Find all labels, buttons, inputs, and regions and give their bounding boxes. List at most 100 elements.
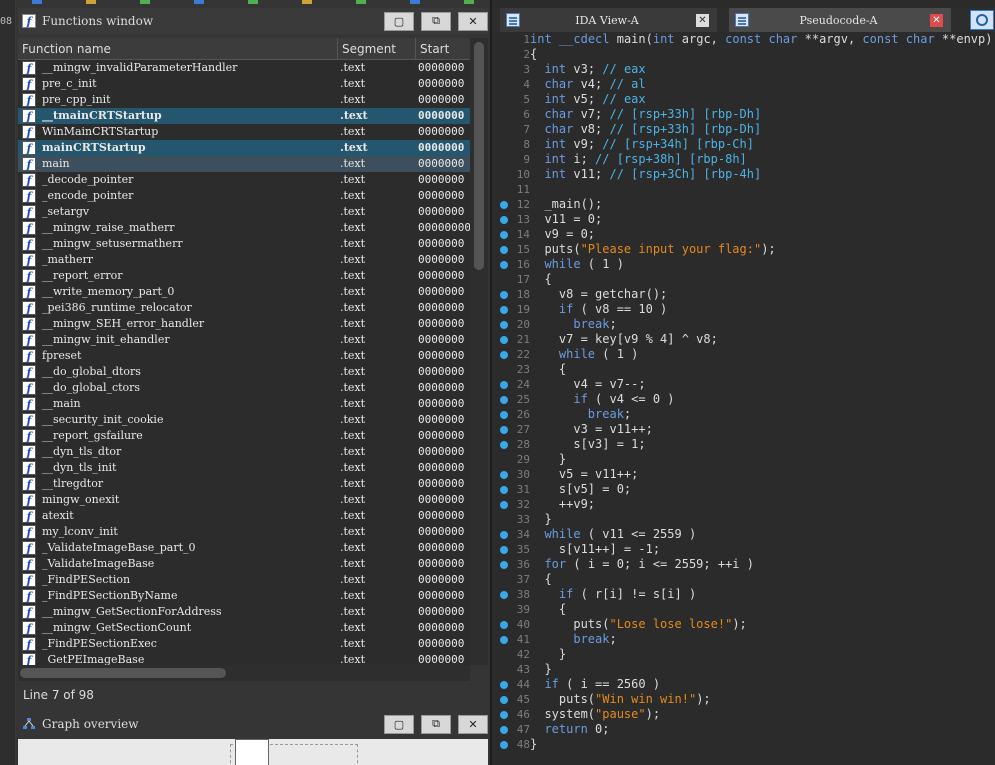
code-line[interactable]: 7 char v8; // [rsp+33h] [rbp-Dh]	[492, 122, 995, 137]
breakpoint-dot-icon[interactable]	[500, 441, 508, 449]
code-line[interactable]: 19 if ( v8 == 10 )	[492, 302, 995, 317]
breakpoint-dot-icon[interactable]	[500, 231, 508, 239]
function-row[interactable]: f _ValidateImageBase .text 0000000	[18, 556, 470, 572]
function-row[interactable]: f __report_gsfailure .text 0000000	[18, 428, 470, 444]
close-button[interactable]: ✕	[458, 11, 488, 31]
function-row[interactable]: f _FindPESectionByName .text 0000000	[18, 588, 470, 604]
minimize-button[interactable]: ▢	[384, 11, 414, 31]
vertical-scrollbar[interactable]	[470, 38, 488, 665]
function-row[interactable]: f __mingw_setusermatherr .text 0000000	[18, 236, 470, 252]
breakpoint-dot-icon[interactable]	[500, 471, 508, 479]
restore-button[interactable]: ⧉	[421, 11, 451, 31]
code-line[interactable]: 3 int v3; // eax	[492, 62, 995, 77]
code-line[interactable]: 16 while ( 1 )	[492, 257, 995, 272]
function-row[interactable]: f _FindPESectionExec .text 0000000	[18, 636, 470, 652]
function-row[interactable]: f __security_init_cookie .text 0000000	[18, 412, 470, 428]
function-row[interactable]: f pre_c_init .text 0000000	[18, 76, 470, 92]
function-row[interactable]: f __mingw_raise_matherr .text 00000000	[18, 220, 470, 236]
code-line[interactable]: 37 {	[492, 572, 995, 587]
function-row[interactable]: f atexit .text 0000000	[18, 508, 470, 524]
code-line[interactable]: 48}	[492, 737, 995, 752]
breakpoint-dot-icon[interactable]	[500, 216, 508, 224]
breakpoint-dot-icon[interactable]	[500, 291, 508, 299]
function-row[interactable]: f _GetPEImageBase .text 0000000	[18, 652, 470, 665]
breakpoint-dot-icon[interactable]	[500, 246, 508, 254]
function-row[interactable]: f _encode_pointer .text 0000000	[18, 188, 470, 204]
function-row[interactable]: f __tlregdtor .text 0000000	[18, 476, 470, 492]
function-row[interactable]: f __do_global_dtors .text 0000000	[18, 364, 470, 380]
hex-view-icon[interactable]	[970, 10, 994, 30]
function-row[interactable]: f __mingw_init_ehandler .text 0000000	[18, 332, 470, 348]
tab-pseudocode-a[interactable]: Pseudocode-A ✕	[729, 8, 951, 32]
close-icon[interactable]: ✕	[930, 13, 943, 27]
code-line[interactable]: 45 puts("Win win win!");	[492, 692, 995, 707]
code-line[interactable]: 36 for ( i = 0; i <= 2559; ++i )	[492, 557, 995, 572]
code-line[interactable]: 6 char v7; // [rsp+33h] [rbp-Dh]	[492, 107, 995, 122]
breakpoint-dot-icon[interactable]	[500, 261, 508, 269]
code-line[interactable]: 4 char v4; // al	[492, 77, 995, 92]
code-line[interactable]: 44 if ( i == 2560 )	[492, 677, 995, 692]
code-line[interactable]: 1 int __cdecl main(int argc, const char *…	[492, 32, 995, 47]
code-line[interactable]: 39 {	[492, 602, 995, 617]
code-line[interactable]: 2{	[492, 47, 995, 62]
code-line[interactable]: 40 puts("Lose lose lose!");	[492, 617, 995, 632]
function-row[interactable]: f _setargv .text 0000000	[18, 204, 470, 220]
function-row[interactable]: f __report_error .text 0000000	[18, 268, 470, 284]
code-line[interactable]: 17 {	[492, 272, 995, 287]
code-line[interactable]: 29 }	[492, 452, 995, 467]
breakpoint-dot-icon[interactable]	[500, 711, 508, 719]
function-row[interactable]: f __mingw_invalidParameterHandler .text 000…	[18, 60, 470, 76]
code-line[interactable]: 46 system("pause");	[492, 707, 995, 722]
code-line[interactable]: 12 _main();	[492, 197, 995, 212]
code-line[interactable]: 22 while ( 1 )	[492, 347, 995, 362]
breakpoint-dot-icon[interactable]	[500, 696, 508, 704]
breakpoint-dot-icon[interactable]	[500, 546, 508, 554]
close-icon[interactable]: ✕	[696, 13, 709, 27]
code-line[interactable]: 8 int v9; // [rsp+34h] [rbp-Ch]	[492, 137, 995, 152]
code-line[interactable]: 21 v7 = key[v9 % 4] ^ v8;	[492, 332, 995, 347]
function-row[interactable]: f __mingw_SEH_error_handler .text 0000000	[18, 316, 470, 332]
code-line[interactable]: 33 }	[492, 512, 995, 527]
function-row[interactable]: f _decode_pointer .text 0000000	[18, 172, 470, 188]
close-button[interactable]: ✕	[458, 714, 488, 734]
breakpoint-dot-icon[interactable]	[500, 681, 508, 689]
breakpoint-dot-icon[interactable]	[500, 741, 508, 749]
code-line[interactable]: 5 int v5; // eax	[492, 92, 995, 107]
function-row[interactable]: f __dyn_tls_dtor .text 0000000	[18, 444, 470, 460]
breakpoint-dot-icon[interactable]	[500, 396, 508, 404]
breakpoint-dot-icon[interactable]	[500, 381, 508, 389]
function-row[interactable]: f pre_cpp_init .text 0000000	[18, 92, 470, 108]
function-row[interactable]: f __main .text 0000000	[18, 396, 470, 412]
breakpoint-dot-icon[interactable]	[500, 531, 508, 539]
function-row[interactable]: f _FindPESection .text 0000000	[18, 572, 470, 588]
column-header-segment[interactable]: Segment	[338, 38, 416, 60]
breakpoint-dot-icon[interactable]	[500, 561, 508, 569]
code-line[interactable]: 10 int v11; // [rsp+3Ch] [rbp-4h]	[492, 167, 995, 182]
code-line[interactable]: 32 ++v9;	[492, 497, 995, 512]
code-line[interactable]: 14 v9 = 0;	[492, 227, 995, 242]
code-line[interactable]: 24 v4 = v7--;	[492, 377, 995, 392]
function-row[interactable]: f __dyn_tls_init .text 0000000	[18, 460, 470, 476]
breakpoint-dot-icon[interactable]	[500, 336, 508, 344]
breakpoint-dot-icon[interactable]	[500, 621, 508, 629]
graph-overview-canvas[interactable]	[18, 739, 488, 765]
breakpoint-dot-icon[interactable]	[500, 321, 508, 329]
function-row[interactable]: f main .text 0000000	[18, 156, 470, 172]
column-header-start[interactable]: Start	[416, 38, 476, 60]
function-row[interactable]: f __tmainCRTStartup .text 0000000	[18, 108, 470, 124]
function-row[interactable]: f my_lconv_init .text 0000000	[18, 524, 470, 540]
code-line[interactable]: 34 while ( v11 <= 2559 )	[492, 527, 995, 542]
horizontal-scrollbar[interactable]	[18, 665, 470, 681]
code-line[interactable]: 28 s[v3] = 1;	[492, 437, 995, 452]
code-line[interactable]: 20 break;	[492, 317, 995, 332]
function-row[interactable]: f _ValidateImageBase_part_0 .text 0000000	[18, 540, 470, 556]
breakpoint-dot-icon[interactable]	[500, 636, 508, 644]
function-row[interactable]: f __mingw_GetSectionCount .text 0000000	[18, 620, 470, 636]
function-row[interactable]: f _pei386_runtime_relocator .text 0000000	[18, 300, 470, 316]
function-row[interactable]: f _matherr .text 0000000	[18, 252, 470, 268]
code-line[interactable]: 11	[492, 182, 995, 197]
function-row[interactable]: f __mingw_GetSectionForAddress .text 000000…	[18, 604, 470, 620]
code-line[interactable]: 43 }	[492, 662, 995, 677]
code-line[interactable]: 15 puts("Please input your flag:");	[492, 242, 995, 257]
code-line[interactable]: 31 s[v5] = 0;	[492, 482, 995, 497]
